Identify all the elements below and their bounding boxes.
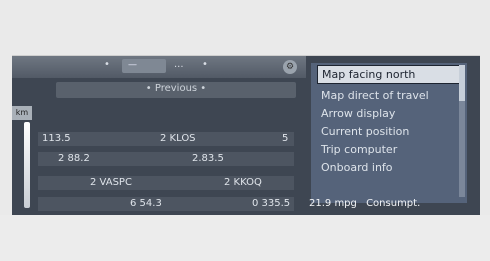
zoom-label: — — [128, 60, 137, 70]
menu-scroll-thumb[interactable] — [459, 65, 465, 101]
row-value-a: 2 VASPC — [90, 177, 132, 188]
row-value-a: 6 54.3 — [130, 198, 162, 209]
status-line: 21.9 mpg Consumpt. — [309, 198, 426, 209]
zoom-control[interactable]: — — [122, 59, 166, 73]
header-dot: • — [202, 59, 208, 70]
scale-badge: km — [12, 106, 32, 120]
header-type: ... — [174, 59, 184, 70]
menu-item-trip-computer[interactable]: Trip computer — [317, 141, 461, 158]
row-value-b: 2 KLOS — [160, 133, 196, 144]
row-value-b: 0 335.5 — [252, 198, 291, 209]
options-menu: Map facing north Map direct of travel Ar… — [311, 63, 467, 203]
menu-item-current-position[interactable]: Current position — [317, 123, 461, 140]
table-row: 113.5 2 KLOS 5 — [38, 132, 294, 146]
bottom-bezel — [0, 215, 490, 261]
top-bar: • — ... • ⚙ — [12, 56, 306, 78]
previous-button[interactable]: • Previous • — [56, 82, 296, 98]
table-row: 2 88.2 2.83.5 — [38, 152, 294, 166]
scale-bar — [24, 122, 30, 208]
menu-item-map-direct-of-travel[interactable]: Map direct of travel — [317, 87, 461, 104]
row-value-b: 2 KKOQ — [224, 177, 262, 188]
table-row: 6 54.3 0 335.5 — [38, 197, 294, 211]
menu-item-map-facing-north[interactable]: Map facing north — [317, 65, 463, 84]
row-value-a: 113.5 — [42, 133, 71, 144]
status-label: Consumpt. — [366, 198, 421, 209]
gear-icon[interactable]: ⚙ — [283, 60, 297, 74]
header-arrow: • — [104, 59, 110, 70]
row-value-a: 2 88.2 — [58, 153, 90, 164]
previous-label: • Previous • — [145, 83, 207, 94]
status-distance: 21.9 mpg — [309, 198, 357, 209]
menu-item-onboard-info[interactable]: Onboard info — [317, 159, 461, 176]
menu-scrollbar[interactable] — [459, 65, 465, 197]
table-row: 2 VASPC 2 KKOQ — [38, 176, 294, 190]
row-value-b: 2.83.5 — [192, 153, 224, 164]
menu-item-arrow-display[interactable]: Arrow display — [317, 105, 461, 122]
row-value-c: 5 — [282, 133, 289, 144]
navigation-screen: • — ... • ⚙ • Previous • km 113.5 2 KLOS… — [12, 55, 480, 216]
